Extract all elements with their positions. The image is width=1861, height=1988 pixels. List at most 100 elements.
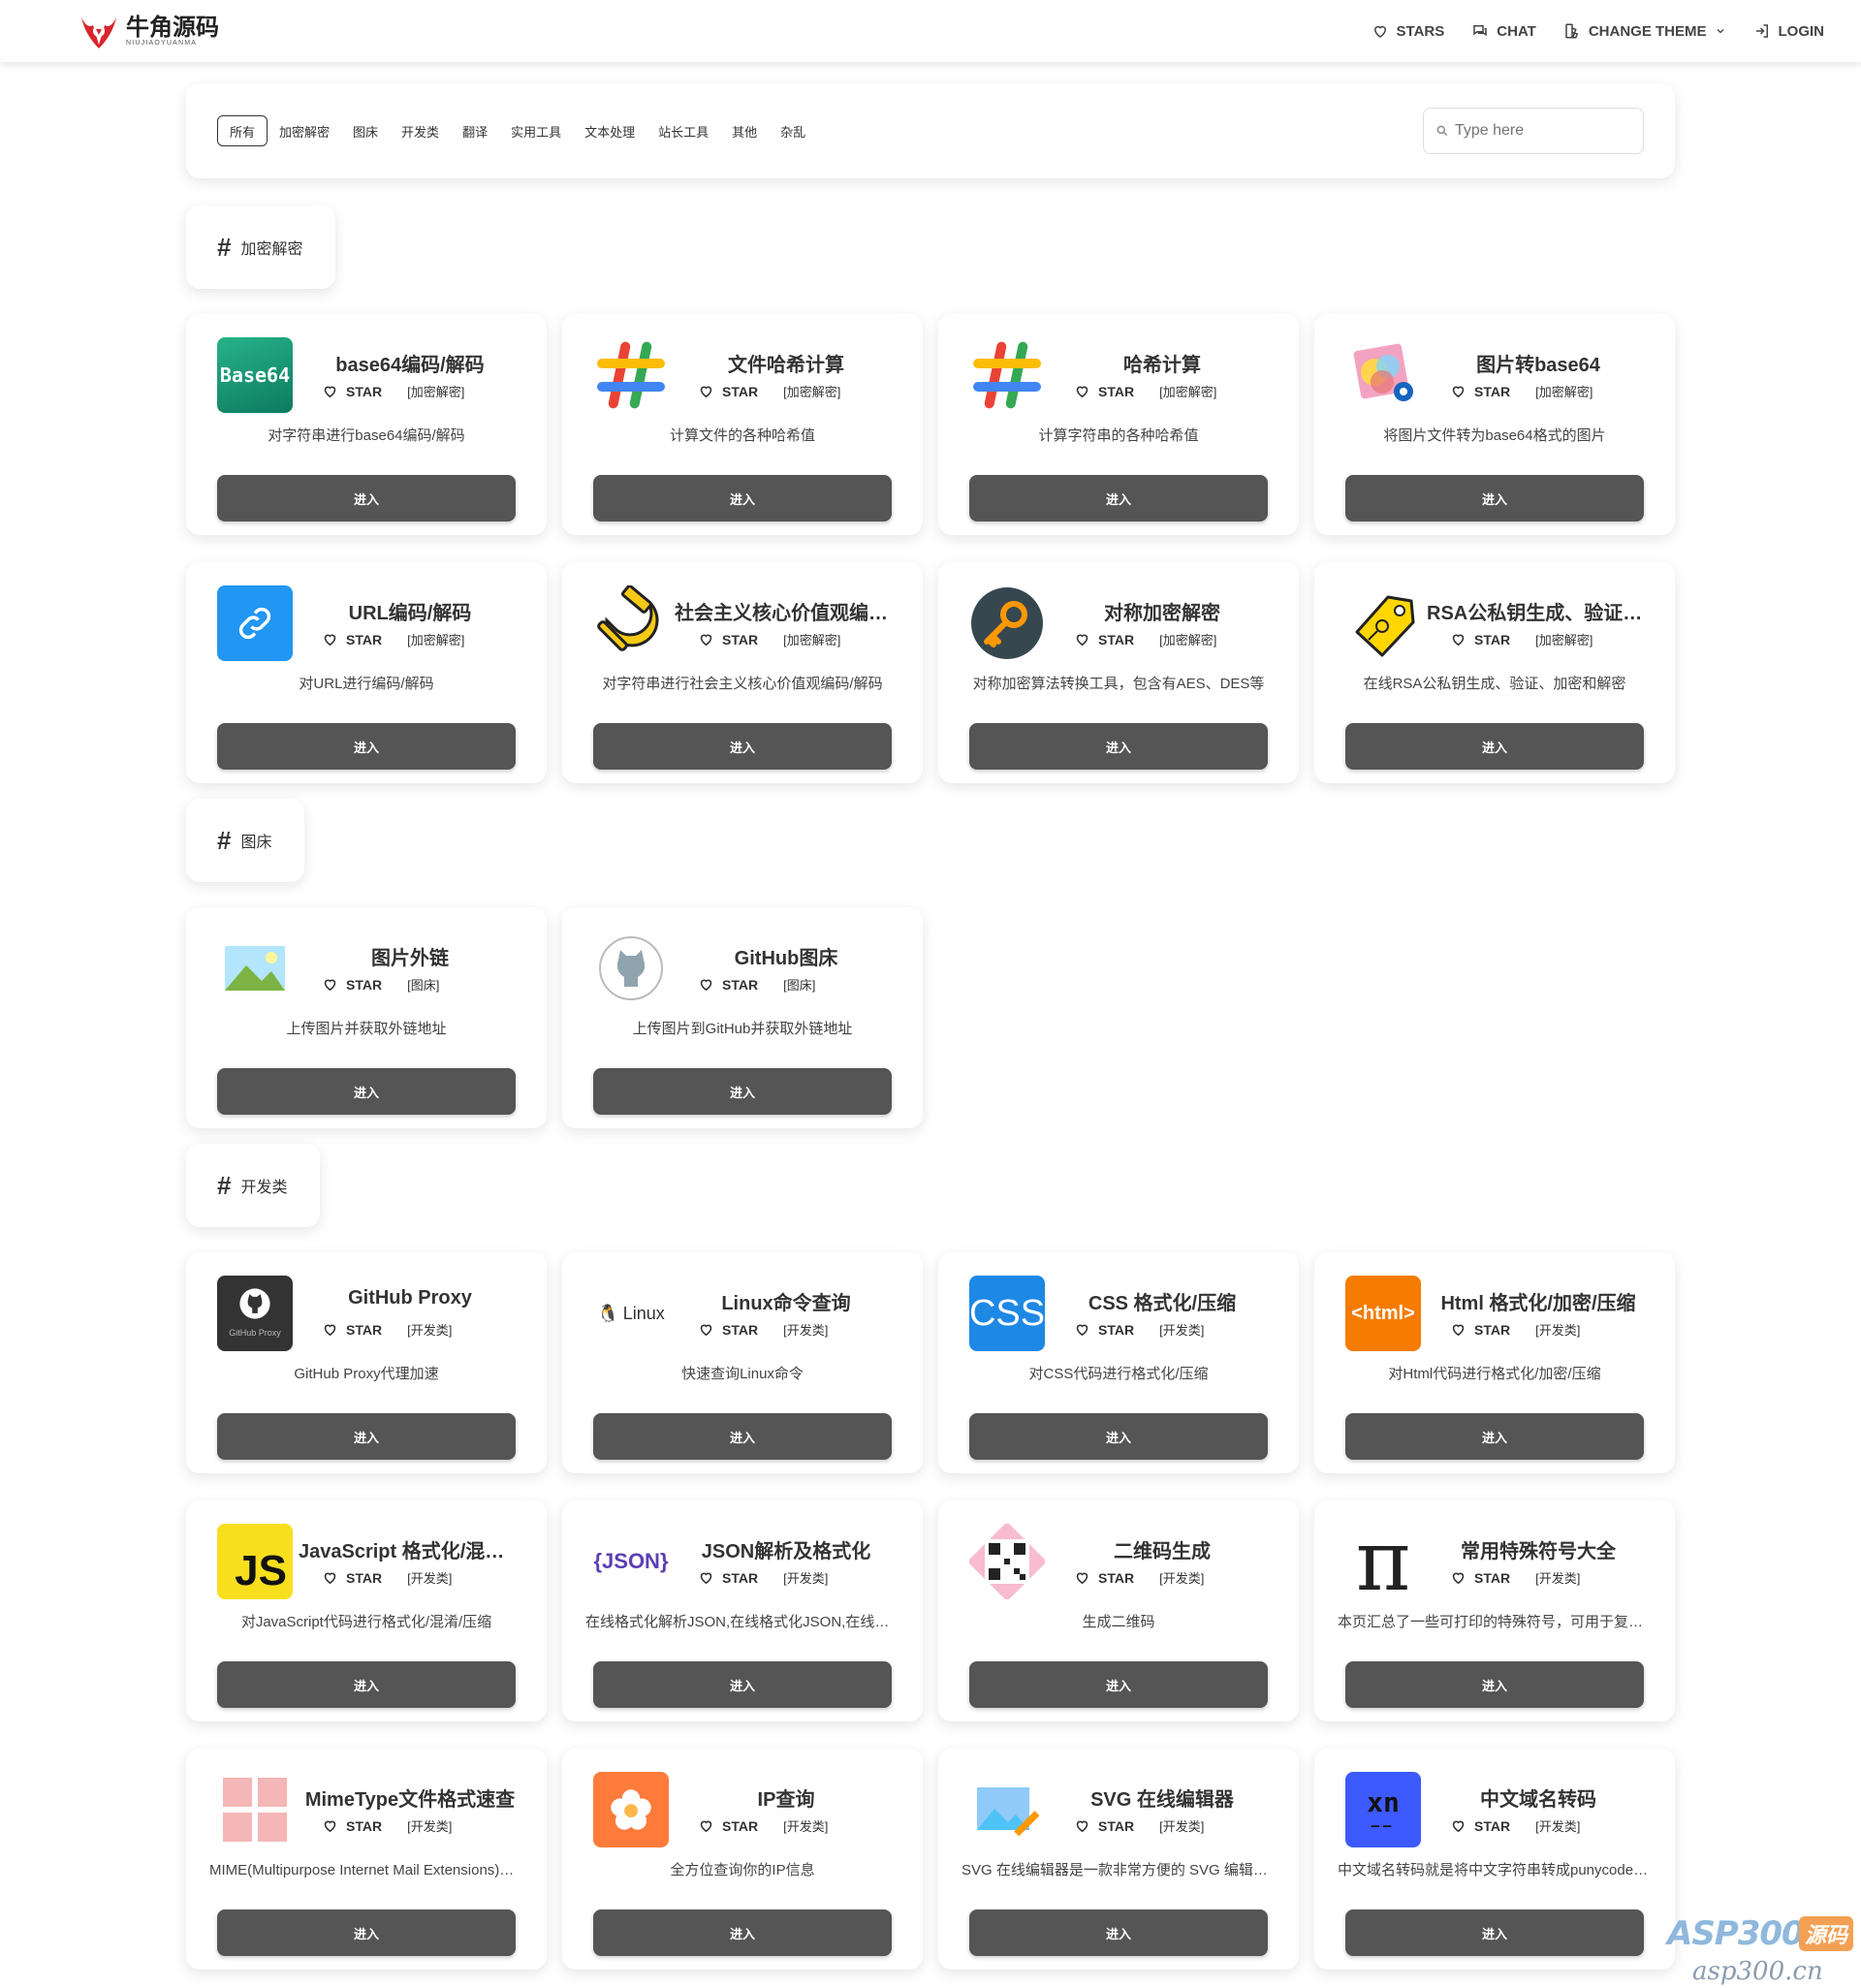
card-category: [开发类]: [783, 1323, 829, 1338]
star-button[interactable]: STAR: [322, 631, 382, 647]
star-button[interactable]: STAR: [698, 631, 758, 647]
heart-icon: [1450, 1321, 1467, 1338]
filter-tab[interactable]: 所有: [217, 115, 268, 146]
enter-button[interactable]: 进入: [593, 1068, 892, 1115]
card-title: base64编码/解码: [335, 355, 485, 376]
enter-button[interactable]: 进入: [969, 723, 1268, 770]
linux-icon: 🐧 Linux: [597, 1303, 665, 1323]
heart-icon: [1373, 25, 1386, 38]
filter-tab[interactable]: 图床: [341, 115, 390, 146]
star-button[interactable]: STAR: [1450, 383, 1510, 399]
card-meta: STAR [图床]: [698, 975, 815, 994]
star-button[interactable]: STAR: [322, 1569, 382, 1586]
enter-button[interactable]: 进入: [593, 1413, 892, 1460]
heart-icon: [1074, 1569, 1090, 1586]
nav-change-theme[interactable]: CHANGE THEME: [1563, 22, 1726, 40]
tool-card: 图片外链 STAR [图床] 上传图片并获取外链地址 进入: [186, 907, 547, 1128]
filter-tab[interactable]: 文本处理: [573, 115, 647, 146]
enter-button[interactable]: 进入: [217, 1909, 516, 1956]
heart-icon: [322, 976, 338, 993]
filter-tab[interactable]: 加密解密: [268, 115, 341, 146]
star-button[interactable]: STAR: [698, 383, 758, 399]
enter-button[interactable]: 进入: [217, 1068, 516, 1115]
enter-button[interactable]: 进入: [1345, 723, 1644, 770]
enter-button[interactable]: 进入: [969, 1909, 1268, 1956]
card-meta: STAR [开发类]: [1450, 1320, 1580, 1339]
enter-button[interactable]: 进入: [1345, 1413, 1644, 1460]
card-meta: STAR [加密解密]: [1450, 630, 1593, 648]
enter-button[interactable]: 进入: [593, 475, 892, 521]
filter-tab[interactable]: 站长工具: [647, 115, 720, 146]
star-button[interactable]: STAR: [322, 383, 382, 399]
enter-button[interactable]: 进入: [217, 723, 516, 770]
card-meta: STAR [加密解密]: [698, 630, 840, 648]
star-button[interactable]: STAR: [1074, 1569, 1134, 1586]
tool-card: Base64 base64编码/解码 STAR [加密解密] 对字符串进行base64编…: [186, 314, 547, 535]
tool-card: 社会主义核心价值观编码/解码 STAR [加密解密] 对字符串进行社会主义核心价值观编…: [562, 562, 923, 783]
star-button[interactable]: STAR: [1450, 1817, 1510, 1834]
card-description: SVG 在线编辑器是一款非常方便的 SVG 编辑工具: [962, 1862, 1276, 1878]
tool-card: MimeType文件格式速查 STAR [开发类] MIME(Multipurpose…: [186, 1749, 547, 1970]
chat-icon: [1473, 25, 1488, 37]
enter-button[interactable]: 进入: [969, 1661, 1268, 1708]
star-button[interactable]: STAR: [1074, 631, 1134, 647]
watermark-main: ASP300: [1667, 1914, 1805, 1953]
star-button[interactable]: STAR: [322, 976, 382, 993]
enter-button[interactable]: 进入: [217, 1661, 516, 1708]
nav-login[interactable]: LOGIN: [1753, 22, 1825, 40]
hash-icon: [969, 337, 1045, 413]
search-box[interactable]: [1423, 108, 1644, 154]
card-category: [开发类]: [1535, 1323, 1581, 1338]
star-button[interactable]: STAR: [1450, 1569, 1510, 1586]
filter-tab[interactable]: 实用工具: [499, 115, 573, 146]
card-meta: STAR [加密解密]: [1074, 382, 1216, 400]
enter-button[interactable]: 进入: [593, 1909, 892, 1956]
star-button[interactable]: STAR: [1450, 1321, 1510, 1338]
enter-button[interactable]: 进入: [1345, 475, 1644, 521]
palette-icon: [1565, 23, 1579, 39]
enter-button[interactable]: 进入: [969, 1413, 1268, 1460]
filter-tab[interactable]: 杂乱: [769, 115, 817, 146]
search-input[interactable]: [1455, 122, 1629, 140]
star-button[interactable]: STAR: [698, 1321, 758, 1338]
nav-chat[interactable]: CHAT: [1471, 22, 1536, 40]
star-button[interactable]: STAR: [1450, 631, 1510, 647]
heart-icon: [1074, 383, 1090, 399]
card-title: Linux命令查询: [721, 1293, 851, 1314]
nav-login-label: LOGIN: [1778, 22, 1825, 40]
enter-button[interactable]: 进入: [593, 723, 892, 770]
star-button[interactable]: STAR: [1074, 1321, 1134, 1338]
heart-icon: [322, 1569, 338, 1586]
section-tag-crypto[interactable]: # 加密解密: [186, 205, 335, 289]
heart-icon: [698, 383, 714, 399]
enter-button[interactable]: 进入: [217, 475, 516, 521]
enter-button[interactable]: 进入: [217, 1413, 516, 1460]
star-button[interactable]: STAR: [1074, 383, 1134, 399]
filter-tab[interactable]: 开发类: [390, 115, 451, 146]
nav-stars[interactable]: STARS: [1372, 22, 1444, 40]
card-meta: STAR [开发类]: [1450, 1568, 1580, 1587]
github-proxy-icon: GitHub Proxy: [217, 1276, 293, 1351]
star-button[interactable]: STAR: [698, 1817, 758, 1834]
tool-card: RSA公私钥生成、验证、加密和解密 STAR [加密解密] 在线RSA公私钥生成、验证…: [1314, 562, 1675, 783]
tool-card: CSS CSS 格式化/压缩 STAR [开发类] 对CSS代码进行格式化/压缩 进入: [938, 1252, 1299, 1473]
enter-button[interactable]: 进入: [593, 1661, 892, 1708]
filter-tab[interactable]: 其他: [720, 115, 769, 146]
heart-icon: [1074, 1817, 1090, 1834]
card-title: GitHub Proxy: [348, 1287, 472, 1309]
section-tag-dev[interactable]: # 开发类: [186, 1144, 320, 1227]
star-button[interactable]: STAR: [322, 1817, 382, 1834]
enter-button[interactable]: 进入: [1345, 1909, 1644, 1956]
section-tag-image-host[interactable]: # 图床: [186, 799, 304, 882]
enter-button[interactable]: 进入: [1345, 1661, 1644, 1708]
site-logo[interactable]: 牛角源码 NIUJIAOYUANMA: [78, 12, 219, 50]
star-button[interactable]: STAR: [322, 1321, 382, 1338]
filter-tab[interactable]: 翻译: [451, 115, 499, 146]
star-button[interactable]: STAR: [1074, 1817, 1134, 1834]
enter-button[interactable]: 进入: [969, 475, 1268, 521]
star-label: STAR: [1098, 383, 1135, 399]
star-button[interactable]: STAR: [698, 976, 758, 993]
image-icon: [1345, 337, 1421, 413]
tool-card: xn —— 中文域名转码 STAR [开发类] 中文域名转码就是将中文字符串转成punyc…: [1314, 1749, 1675, 1970]
star-button[interactable]: STAR: [698, 1569, 758, 1586]
